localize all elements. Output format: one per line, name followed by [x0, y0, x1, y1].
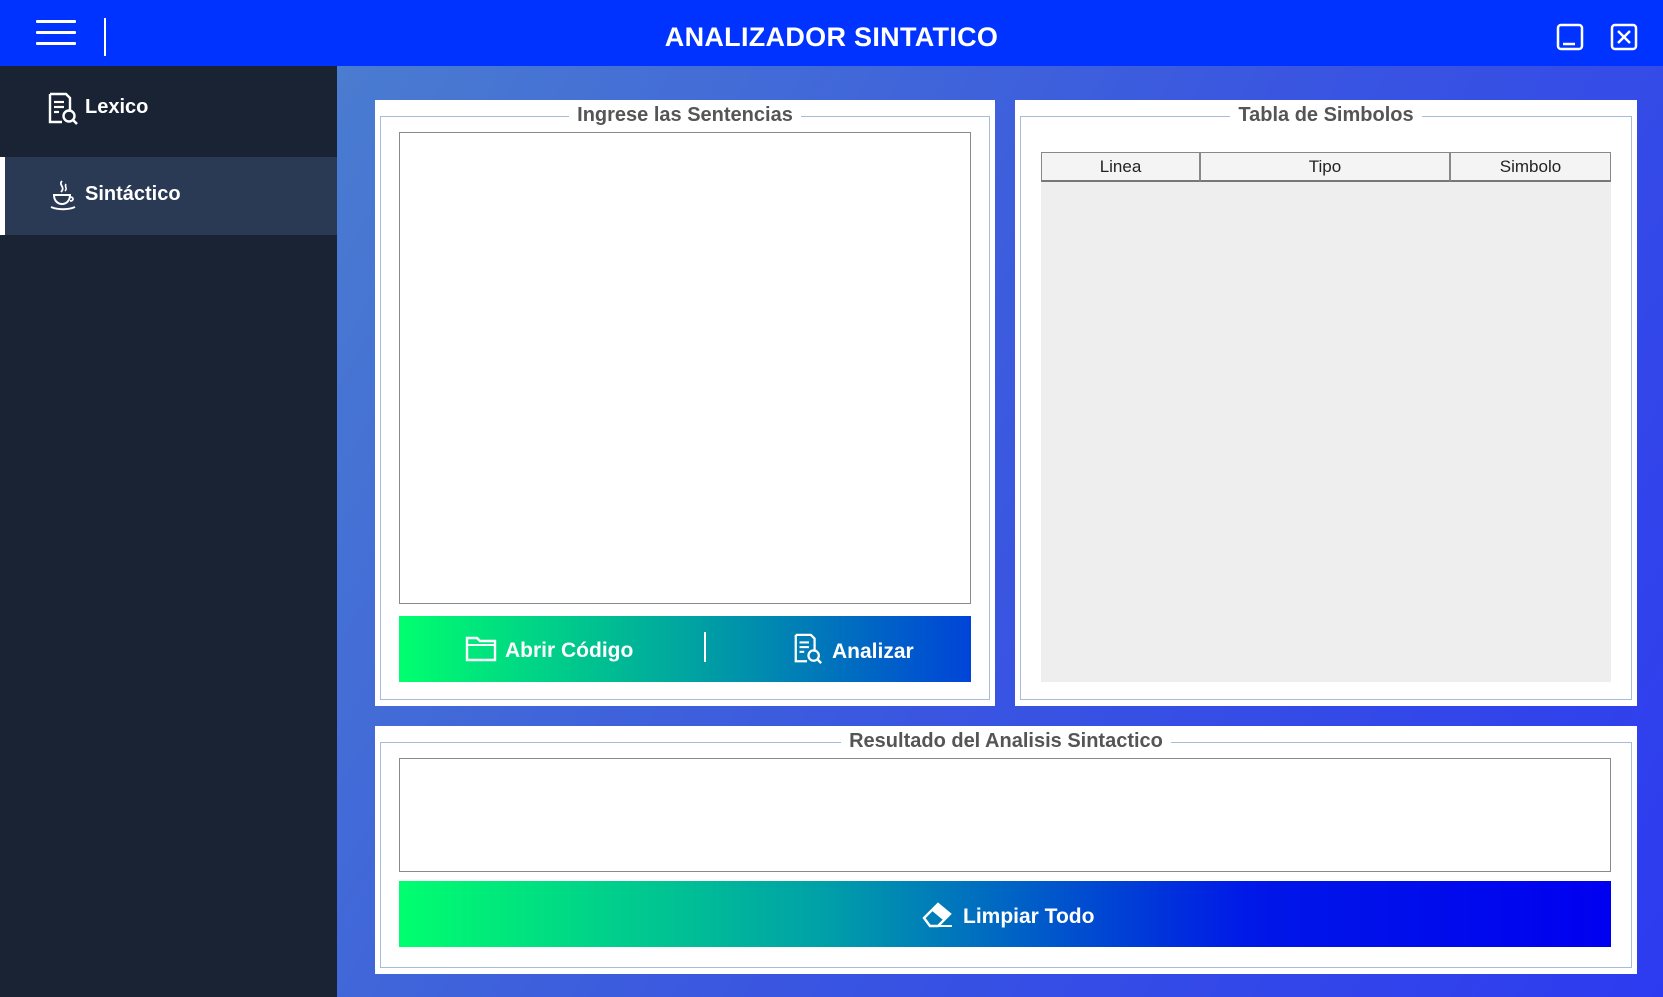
eraser-icon: [921, 898, 955, 936]
document-search-icon: [792, 632, 824, 672]
result-output[interactable]: [399, 758, 1611, 872]
action-separator: [704, 632, 706, 662]
table-header: Linea Tipo Simbolo: [1041, 152, 1611, 182]
sidebar-item-sintactico[interactable]: Sintáctico: [0, 157, 337, 235]
app-title: ANALIZADOR SINTATICO: [664, 22, 999, 52]
symbols-table[interactable]: Linea Tipo Simbolo: [1041, 152, 1611, 682]
title-bar: ANALIZADOR SINTATICO: [0, 0, 1663, 66]
minimize-icon[interactable]: [1553, 20, 1587, 54]
open-code-button[interactable]: Abrir Código: [465, 634, 633, 668]
clear-all-label: Limpiar Todo: [963, 905, 1095, 928]
symbols-panel: Tabla de Simbolos Linea Tipo Simbolo: [1015, 100, 1637, 706]
input-legend: Ingrese las Sentencias: [569, 104, 801, 126]
sidebar-item-label: Sintáctico: [85, 183, 181, 205]
sidebar-item-lexico[interactable]: Lexico: [0, 70, 337, 148]
column-header-tipo[interactable]: Tipo: [1200, 152, 1450, 182]
main-content: Ingrese las Sentencias Abrir Código Anal…: [337, 66, 1663, 997]
column-header-linea[interactable]: Linea: [1041, 152, 1200, 182]
open-code-label: Abrir Código: [505, 639, 634, 662]
analyze-button[interactable]: Analizar: [792, 632, 914, 672]
code-input[interactable]: [399, 132, 971, 604]
close-icon[interactable]: [1607, 20, 1641, 54]
document-search-icon: [46, 92, 80, 126]
java-cup-icon: [46, 179, 80, 213]
result-legend: Resultado del Analisis Sintactico: [841, 730, 1171, 752]
input-panel: Ingrese las Sentencias Abrir Código Anal…: [375, 100, 995, 706]
clear-all-button[interactable]: Limpiar Todo: [399, 881, 1611, 947]
result-panel: Resultado del Analisis Sintactico Limpia…: [375, 726, 1637, 974]
column-header-simbolo[interactable]: Simbolo: [1450, 152, 1611, 182]
sidebar: Lexico Sintáctico: [0, 66, 337, 997]
symbols-legend: Tabla de Simbolos: [1230, 104, 1422, 126]
analyze-label: Analizar: [832, 640, 914, 663]
sidebar-item-label: Lexico: [85, 96, 149, 118]
input-action-bar: Abrir Código Analizar: [399, 616, 971, 682]
folder-icon: [465, 634, 497, 668]
